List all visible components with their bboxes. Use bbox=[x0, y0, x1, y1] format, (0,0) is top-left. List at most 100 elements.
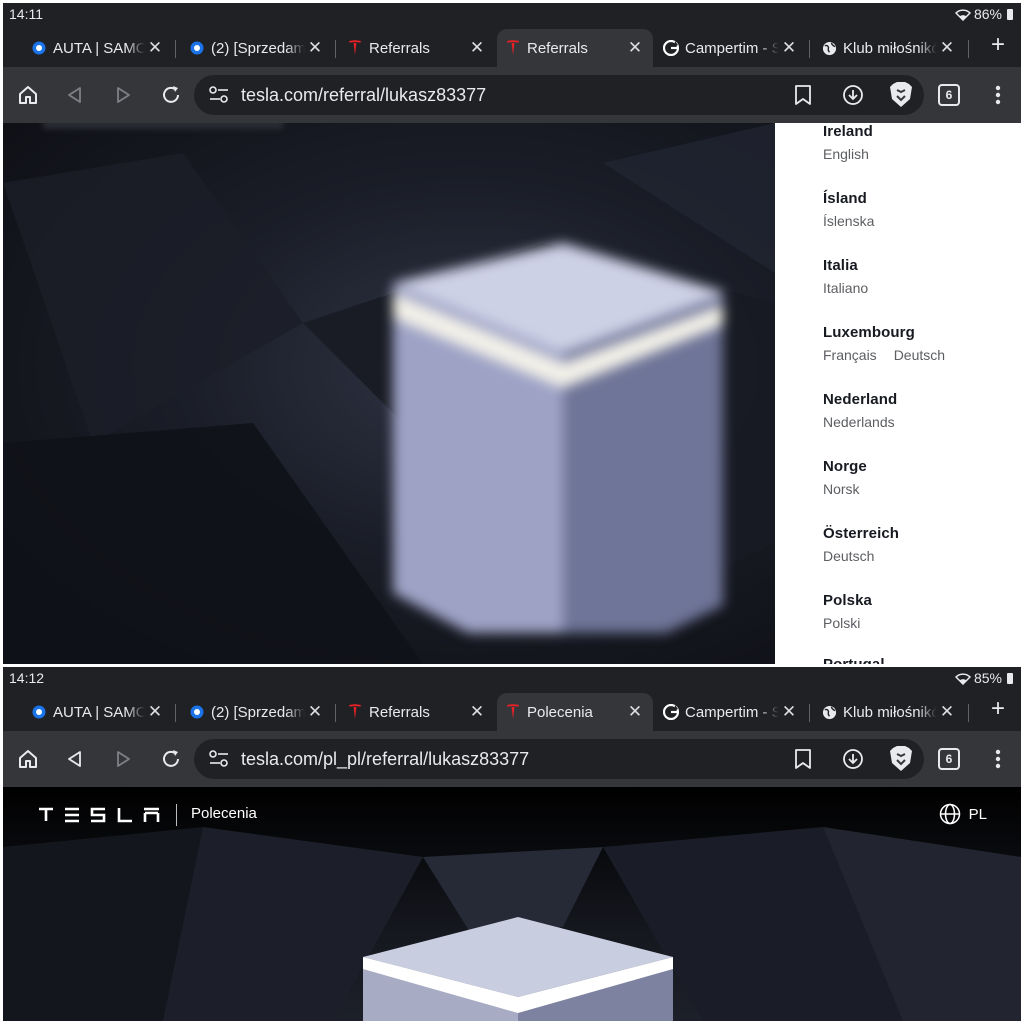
country-item-norge[interactable]: Norge Norsk bbox=[823, 458, 867, 497]
tab-auta[interactable]: AUTA | SAMOCHODY ✕ bbox=[23, 29, 173, 67]
tab-auta[interactable]: AUTA | SAMOCHODY ✕ bbox=[23, 693, 173, 731]
more-menu-icon[interactable] bbox=[983, 744, 1013, 774]
region-code: PL bbox=[968, 805, 987, 823]
country-item-island[interactable]: Ísland Íslenska bbox=[823, 190, 874, 229]
download-icon[interactable] bbox=[842, 748, 864, 770]
reload-icon[interactable] bbox=[156, 744, 186, 774]
tab-separator bbox=[335, 40, 336, 58]
battery-icon bbox=[1007, 8, 1013, 20]
country-name: Nederland bbox=[823, 391, 898, 408]
country-item-osterreich[interactable]: Österreich Deutsch bbox=[823, 525, 899, 564]
url-text[interactable]: tesla.com/referral/lukasz83377 bbox=[241, 85, 486, 106]
close-icon[interactable]: ✕ bbox=[145, 38, 165, 58]
language-link[interactable]: Deutsch bbox=[823, 548, 874, 564]
new-tab-plus-icon[interactable]: + bbox=[991, 695, 1005, 723]
language-link[interactable]: Italiano bbox=[823, 280, 868, 296]
tab-klub[interactable]: Klub miłośników ✕ bbox=[813, 693, 965, 731]
country-item-nederland[interactable]: Nederland Nederlands bbox=[823, 391, 897, 430]
close-icon[interactable]: ✕ bbox=[779, 702, 799, 722]
close-icon[interactable]: ✕ bbox=[145, 702, 165, 722]
language-link[interactable]: English bbox=[823, 146, 869, 162]
country-item-polska[interactable]: Polska Polski bbox=[823, 592, 872, 631]
close-icon[interactable]: ✕ bbox=[625, 38, 645, 58]
tab-sprzedam[interactable]: (2) [Sprzedam] ✕ bbox=[181, 693, 333, 731]
tab-title: AUTA | SAMOCHODY bbox=[53, 703, 145, 721]
tab-referrals-active[interactable]: Referrals ✕ bbox=[497, 29, 653, 67]
close-icon[interactable]: ✕ bbox=[937, 702, 957, 722]
home-icon[interactable] bbox=[13, 744, 43, 774]
tab-separator bbox=[335, 704, 336, 722]
status-bar: 14:11 86% bbox=[3, 3, 1021, 25]
wifi-icon bbox=[954, 8, 971, 21]
tab-separator bbox=[175, 704, 176, 722]
close-icon[interactable]: ✕ bbox=[305, 702, 325, 722]
country-item-italia[interactable]: Italia Italiano bbox=[823, 257, 868, 296]
tab-count-button[interactable]: 6 bbox=[938, 84, 960, 106]
tab-referrals[interactable]: Referrals ✕ bbox=[339, 693, 495, 731]
tab-referrals[interactable]: Referrals ✕ bbox=[339, 29, 495, 67]
site-settings-icon[interactable] bbox=[208, 85, 230, 105]
language-link[interactable]: Norsk bbox=[823, 481, 860, 497]
back-icon[interactable] bbox=[60, 80, 90, 110]
tab-campertim[interactable]: Campertim - Strona ✕ bbox=[655, 693, 807, 731]
screenshot-top: 14:11 86% AUTA | SAMOCHODY ✕ (2) [Sprzed… bbox=[3, 3, 1021, 664]
region-selector[interactable]: PL bbox=[939, 803, 987, 825]
globe-icon bbox=[821, 40, 837, 56]
back-icon[interactable] bbox=[60, 744, 90, 774]
brave-shield-icon[interactable] bbox=[888, 81, 914, 109]
address-bar[interactable]: tesla.com/pl_pl/referral/lukasz83377 bbox=[194, 739, 924, 779]
tab-strip: AUTA | SAMOCHODY ✕ (2) [Sprzedam] ✕ Refe… bbox=[3, 25, 1021, 67]
forward-icon[interactable] bbox=[108, 744, 138, 774]
site-settings-icon[interactable] bbox=[208, 749, 230, 769]
country-name: Ireland bbox=[823, 123, 873, 140]
country-item-portugal[interactable]: Portugal bbox=[823, 656, 885, 664]
language-link[interactable]: Íslenska bbox=[823, 213, 874, 229]
home-icon[interactable] bbox=[13, 80, 43, 110]
tab-title: Klub miłośników bbox=[843, 39, 937, 57]
tesla-t-icon bbox=[347, 704, 363, 720]
language-link[interactable]: Français bbox=[823, 347, 877, 363]
bookmark-icon[interactable] bbox=[794, 84, 812, 106]
battery-icon bbox=[1007, 672, 1013, 684]
forward-icon[interactable] bbox=[108, 80, 138, 110]
language-link[interactable]: Nederlands bbox=[823, 414, 895, 430]
country-name: Portugal bbox=[823, 656, 885, 664]
blue-circle-icon bbox=[31, 40, 47, 56]
address-bar[interactable]: tesla.com/referral/lukasz83377 bbox=[194, 75, 924, 115]
tab-klub[interactable]: Klub miłośników ✕ bbox=[813, 29, 965, 67]
tab-polecenia-active[interactable]: Polecenia ✕ bbox=[497, 693, 653, 731]
screenshot-bottom: 14:12 85% AUTA | SAMOCHODY ✕ (2) [Sprzed… bbox=[3, 667, 1021, 1021]
country-item-luxembourg[interactable]: Luxembourg Français Deutsch bbox=[823, 324, 945, 363]
tesla-wordmark-logo[interactable] bbox=[37, 807, 161, 823]
tab-title: Campertim - Strona bbox=[685, 703, 779, 721]
reload-icon[interactable] bbox=[156, 80, 186, 110]
close-icon[interactable]: ✕ bbox=[305, 38, 325, 58]
google-g-icon bbox=[663, 704, 679, 720]
language-link[interactable]: Deutsch bbox=[894, 347, 945, 363]
google-g-icon bbox=[663, 40, 679, 56]
tab-separator bbox=[809, 704, 810, 722]
close-icon[interactable]: ✕ bbox=[467, 38, 487, 58]
new-tab-plus-icon[interactable]: + bbox=[991, 31, 1005, 59]
tab-count-button[interactable]: 6 bbox=[938, 748, 960, 770]
close-icon[interactable]: ✕ bbox=[467, 702, 487, 722]
country-name: Luxembourg bbox=[823, 324, 915, 341]
close-icon[interactable]: ✕ bbox=[625, 702, 645, 722]
tab-title: Referrals bbox=[369, 39, 430, 57]
language-link[interactable]: Polski bbox=[823, 615, 860, 631]
tab-strip: AUTA | SAMOCHODY ✕ (2) [Sprzedam] ✕ Refe… bbox=[3, 689, 1021, 731]
tab-sprzedam[interactable]: (2) [Sprzedam] ✕ bbox=[181, 29, 333, 67]
country-item-ireland[interactable]: Ireland English bbox=[823, 123, 873, 162]
url-text[interactable]: tesla.com/pl_pl/referral/lukasz83377 bbox=[241, 749, 529, 770]
download-icon[interactable] bbox=[842, 84, 864, 106]
bookmark-icon[interactable] bbox=[794, 748, 812, 770]
more-menu-icon[interactable] bbox=[983, 80, 1013, 110]
close-icon[interactable]: ✕ bbox=[937, 38, 957, 58]
blue-circle-icon bbox=[189, 704, 205, 720]
tesla-t-icon bbox=[347, 40, 363, 56]
tab-campertim[interactable]: Campertim - Strona ✕ bbox=[655, 29, 807, 67]
brave-shield-icon[interactable] bbox=[888, 745, 914, 773]
close-icon[interactable]: ✕ bbox=[779, 38, 799, 58]
status-right: 85% bbox=[954, 670, 1013, 686]
tesla-header: Polecenia PL bbox=[3, 787, 1021, 843]
